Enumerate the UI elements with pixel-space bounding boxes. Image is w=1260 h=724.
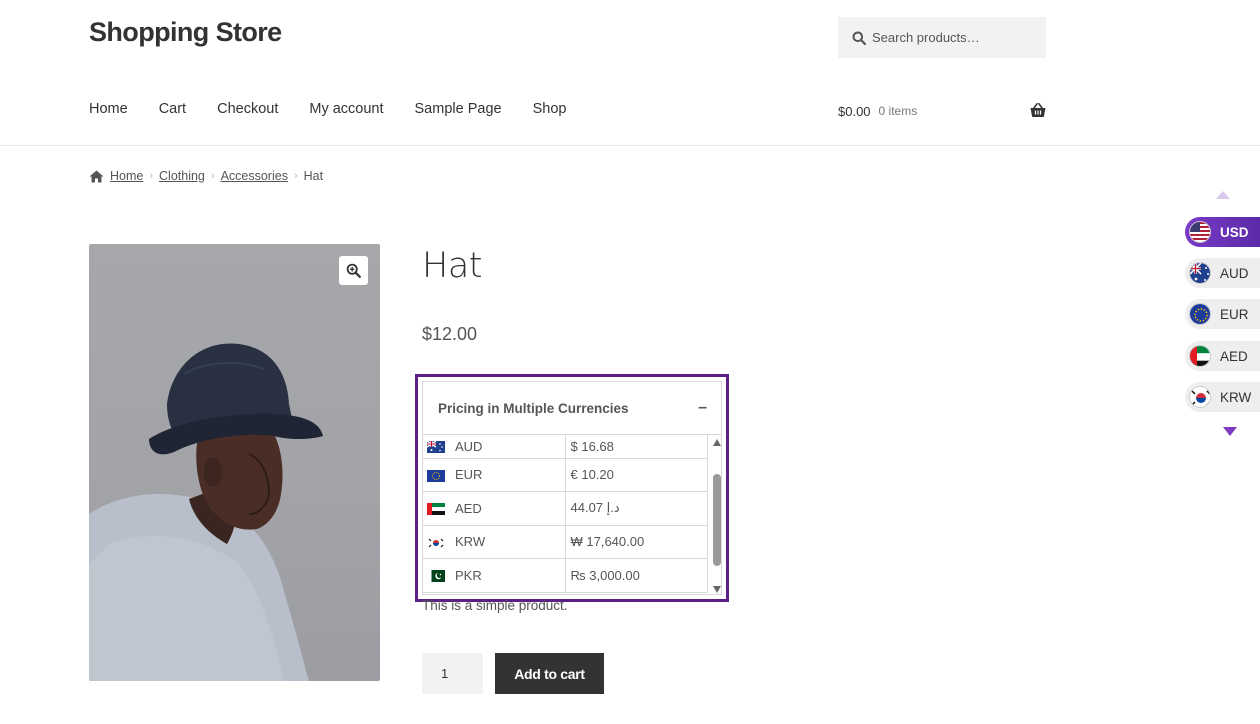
table-row: AUD $ 16.68 bbox=[423, 435, 708, 459]
currency-code-cell: EUR bbox=[423, 458, 566, 492]
product-title: Hat bbox=[422, 246, 483, 286]
currency-value: ₩ 17,640.00 bbox=[565, 525, 708, 559]
pakistan-flag-icon bbox=[427, 570, 445, 583]
scroll-down-arrow-icon[interactable] bbox=[713, 586, 721, 593]
breadcrumb-separator: › bbox=[293, 170, 298, 182]
header-divider bbox=[0, 145, 1260, 146]
zoom-icon bbox=[346, 263, 361, 278]
currency-value: ₨ 3,000.00 bbox=[565, 558, 708, 593]
currency-switcher-usd[interactable]: USD bbox=[1185, 217, 1260, 247]
home-icon bbox=[89, 170, 104, 182]
breadcrumb-separator: › bbox=[210, 170, 215, 182]
breadcrumb-current: Hat bbox=[303, 169, 324, 183]
breadcrumb-separator: › bbox=[149, 170, 154, 182]
product-image[interactable] bbox=[89, 244, 380, 681]
usa-flag-icon bbox=[1189, 221, 1211, 243]
zoom-button[interactable] bbox=[339, 256, 368, 285]
table-row: PKR ₨ 3,000.00 bbox=[423, 558, 708, 593]
cart-item-count: 0 items bbox=[878, 104, 918, 118]
currency-code: KRW bbox=[455, 534, 486, 550]
table-row: AED د.إ 44.07 bbox=[423, 491, 708, 526]
nav-item-sample-page[interactable]: Sample Page bbox=[415, 101, 502, 117]
currency-panel-title: Pricing in Multiple Currencies bbox=[438, 400, 629, 416]
currency-switcher-aud[interactable]: AUD bbox=[1185, 258, 1260, 288]
currency-value: $ 16.68 bbox=[565, 435, 708, 459]
nav-item-checkout[interactable]: Checkout bbox=[217, 101, 278, 117]
switcher-label: AUD bbox=[1220, 265, 1249, 281]
currency-code: AED bbox=[455, 500, 482, 516]
south-korea-flag-icon bbox=[1189, 386, 1211, 408]
scroll-up-arrow-icon[interactable] bbox=[713, 439, 721, 446]
australia-flag-icon bbox=[1189, 262, 1211, 284]
currency-code: PKR bbox=[455, 567, 482, 583]
header-cart[interactable]: $0.00 0 items bbox=[838, 102, 1046, 120]
product-short-description: This is a simple product. bbox=[422, 598, 568, 613]
currency-panel-inner: Pricing in Multiple Currencies – AUD $ 1… bbox=[422, 381, 722, 595]
scrollbar-thumb[interactable] bbox=[713, 474, 721, 566]
breadcrumb: Home › Clothing › Accessories › Hat bbox=[89, 169, 323, 183]
currency-table-scrollbar[interactable] bbox=[711, 436, 723, 595]
nav-item-home[interactable]: Home bbox=[89, 101, 128, 117]
switcher-label: AED bbox=[1220, 348, 1248, 364]
currency-switcher-krw[interactable]: KRW bbox=[1185, 382, 1260, 412]
switcher-label: EUR bbox=[1220, 306, 1249, 322]
nav-item-my-account[interactable]: My account bbox=[309, 101, 383, 117]
basket-icon bbox=[1030, 103, 1046, 117]
search-box[interactable] bbox=[838, 17, 1046, 58]
currency-code-cell: AED bbox=[423, 491, 566, 526]
product-price: $12.00 bbox=[422, 324, 478, 344]
currency-panel-header[interactable]: Pricing in Multiple Currencies – bbox=[423, 382, 721, 435]
multi-currency-panel: Pricing in Multiple Currencies – AUD $ 1… bbox=[415, 374, 729, 602]
switcher-label: USD bbox=[1220, 224, 1249, 240]
currency-value: د.إ 44.07 bbox=[565, 491, 708, 526]
search-icon bbox=[852, 31, 866, 45]
currency-code-cell: KRW bbox=[423, 525, 566, 559]
currency-code-cell: PKR bbox=[423, 558, 566, 593]
currency-switcher-eur[interactable]: EUR bbox=[1185, 299, 1260, 329]
switcher-scroll-up-icon[interactable] bbox=[1216, 191, 1230, 199]
product-photo bbox=[89, 343, 323, 681]
switcher-label: KRW bbox=[1220, 389, 1252, 405]
collapse-toggle-icon[interactable]: – bbox=[698, 399, 707, 417]
eu-flag-icon bbox=[427, 469, 445, 482]
australia-flag-icon bbox=[427, 441, 445, 454]
cart-amount: $0.00 bbox=[838, 103, 871, 119]
breadcrumb-clothing[interactable]: Clothing bbox=[159, 169, 205, 183]
currency-table: AUD $ 16.68 EUR € 10.20 AED د.إ 44.07 KR… bbox=[423, 435, 708, 593]
currency-code: AUD bbox=[455, 438, 483, 454]
south-korea-flag-icon bbox=[427, 536, 445, 549]
quantity-input[interactable] bbox=[422, 653, 483, 694]
nav-item-shop[interactable]: Shop bbox=[533, 101, 567, 117]
currency-switcher-aed[interactable]: AED bbox=[1185, 341, 1260, 371]
table-row: EUR € 10.20 bbox=[423, 458, 708, 492]
nav-item-cart[interactable]: Cart bbox=[159, 101, 186, 117]
main-nav: Home Cart Checkout My account Sample Pag… bbox=[89, 101, 597, 117]
currency-value: € 10.20 bbox=[565, 458, 708, 492]
breadcrumb-home[interactable]: Home bbox=[110, 169, 143, 183]
add-to-cart-button[interactable]: Add to cart bbox=[495, 653, 604, 694]
eu-flag-icon bbox=[1189, 303, 1211, 325]
currency-code-cell: AUD bbox=[423, 435, 566, 459]
currency-code: EUR bbox=[455, 467, 483, 483]
uae-flag-icon bbox=[427, 503, 445, 516]
site-title[interactable]: Shopping Store bbox=[89, 17, 282, 48]
switcher-scroll-down-icon[interactable] bbox=[1223, 427, 1237, 436]
breadcrumb-accessories[interactable]: Accessories bbox=[221, 169, 288, 183]
search-input[interactable] bbox=[872, 30, 1032, 45]
uae-flag-icon bbox=[1189, 345, 1211, 367]
table-row: KRW ₩ 17,640.00 bbox=[423, 525, 708, 559]
